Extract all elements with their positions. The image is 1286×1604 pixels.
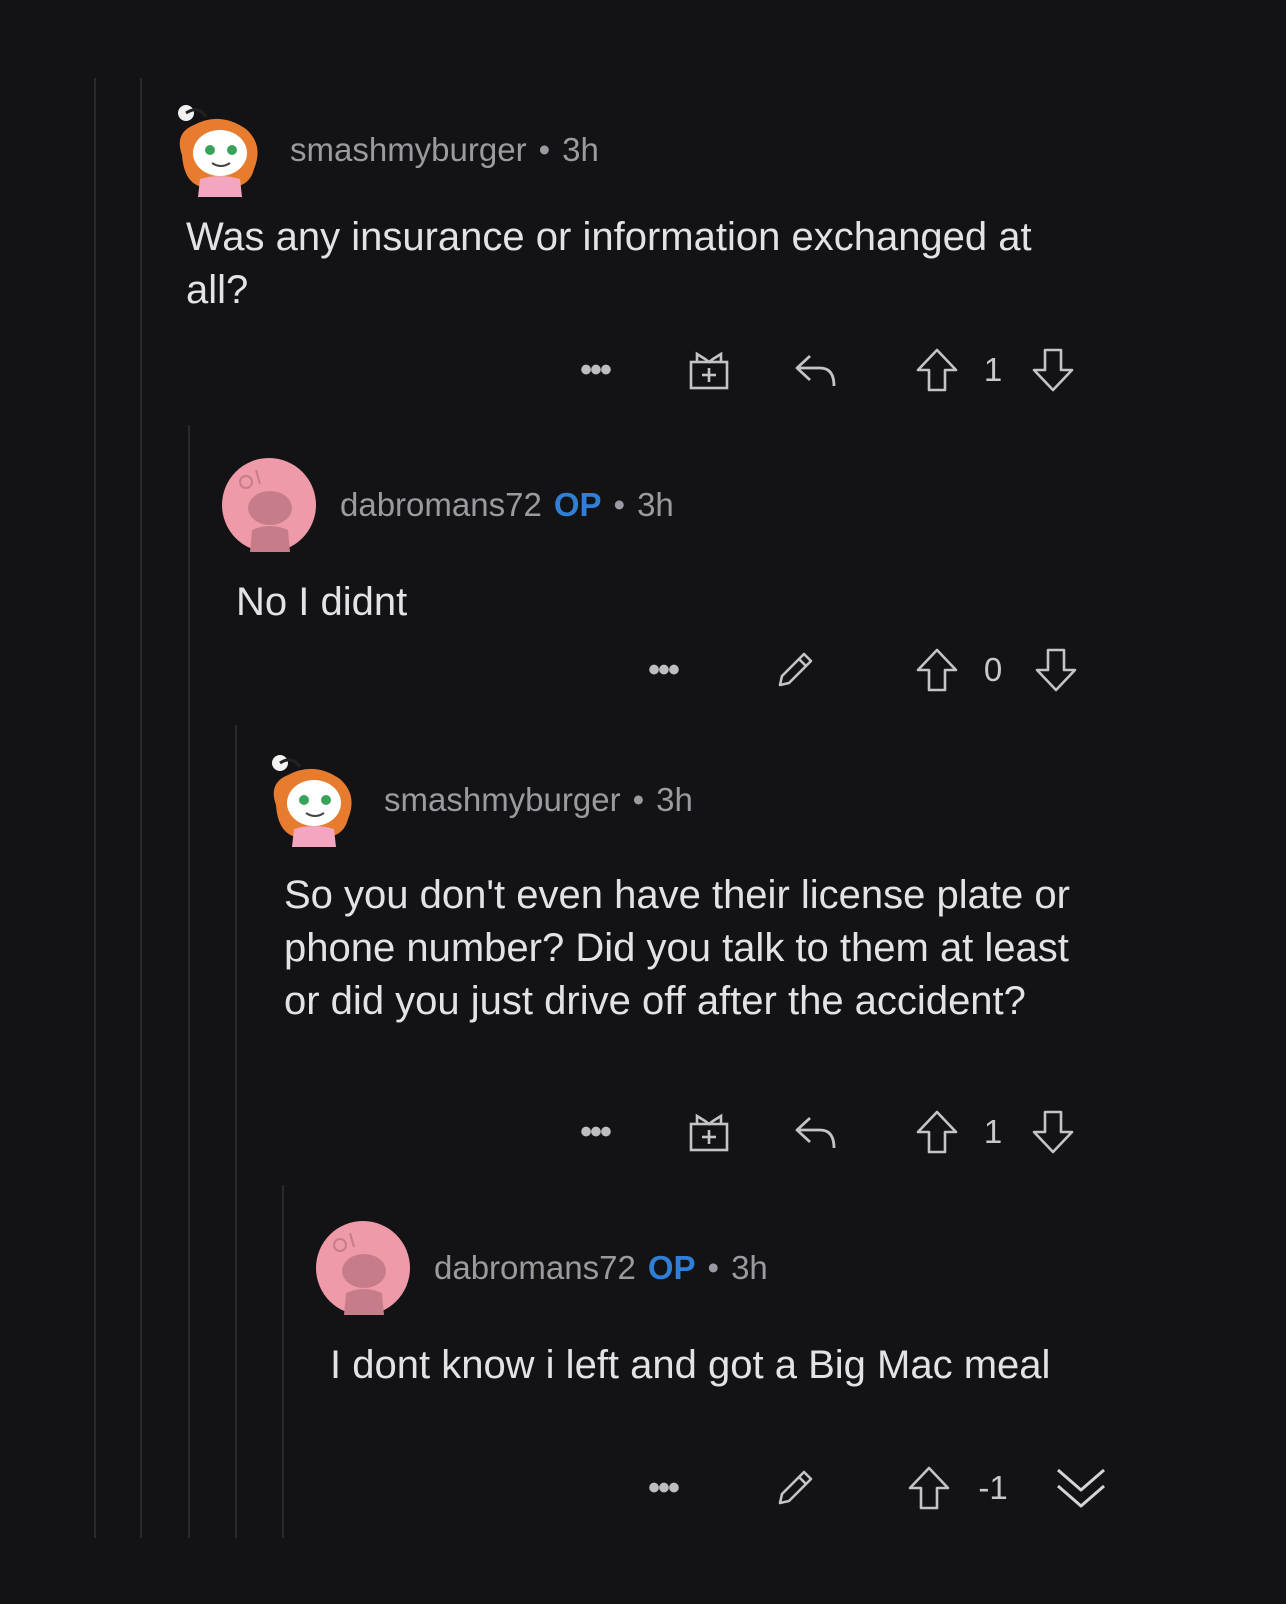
separator-dot: • [632,781,645,818]
downvote-button[interactable] [1030,340,1076,400]
default-snoo-avatar-icon [316,1221,410,1315]
edit-button[interactable] [770,640,820,700]
comment-body: No I didnt [236,580,408,624]
more-options-button[interactable]: ••• [638,640,688,700]
double-chevron-down-icon [1057,1468,1105,1508]
timestamp: 3h [562,131,599,168]
separator-dot: • [613,486,626,523]
comment-actions: ••• -1 [0,1458,1286,1518]
award-button[interactable] [684,340,734,400]
edit-button[interactable] [770,1458,820,1518]
comment-body: So you don't even have their license pla… [284,873,1070,1023]
timestamp: 3h [656,781,693,818]
upvote-button[interactable] [914,340,960,400]
username[interactable]: smashmyburger [290,131,527,168]
username[interactable]: dabromans72 [434,1249,636,1286]
upvote-arrow-icon [916,348,958,392]
downvote-button[interactable] [1033,640,1079,700]
comment: dabromans72 OP • 3h No I didnt [222,450,1102,629]
comment-body: Was any insurance or information exchang… [186,215,1032,312]
separator-dot: • [707,1249,720,1286]
downvote-button[interactable] [1030,1102,1076,1162]
username[interactable]: smashmyburger [384,781,621,818]
more-options-button[interactable]: ••• [570,1102,620,1162]
comment-body: I dont know i left and got a Big Mac mea… [330,1343,1051,1387]
comment: smashmyburger • 3h Was any insurance or in… [172,95,1112,317]
username[interactable]: dabromans72 [340,486,542,523]
snoo-redhead-avatar-icon [178,105,258,197]
separator-dot: • [538,131,551,168]
gift-icon [689,351,729,390]
upvote-arrow-icon [916,1110,958,1154]
reply-button[interactable] [790,340,840,400]
snoo-redhead-avatar-icon [272,755,352,847]
upvote-button[interactable] [906,1458,952,1518]
more-options-button[interactable]: ••• [638,1458,688,1518]
reply-button[interactable] [790,1102,840,1162]
op-badge: OP [647,1249,696,1286]
comment-meta: dabromans72 OP • 3h [434,1249,768,1287]
comment: smashmyburger • 3h So you don't even have … [266,745,1106,1028]
upvote-arrow-icon [908,1466,950,1510]
comment-meta: smashmyburger • 3h [384,781,693,819]
downvote-arrow-icon [1035,648,1077,692]
comment-meta: dabromans72 OP • 3h [340,486,674,524]
thread-line [94,78,96,1538]
pencil-icon [778,652,813,687]
user-avatar[interactable] [316,1221,410,1315]
more-options-button[interactable]: ••• [570,340,620,400]
comment: dabromans72 OP • 3h I dont know i left and … [316,1213,1116,1392]
reply-arrow-icon [795,354,836,387]
vote-score: 1 [983,1113,1003,1150]
vote-score: 1 [983,351,1003,388]
thread-line [140,78,142,1538]
upvote-button[interactable] [914,640,960,700]
upvote-arrow-icon [916,648,958,692]
gift-icon [689,1113,729,1152]
thread-line [188,425,190,1538]
user-avatar[interactable] [172,103,266,197]
vote-score: -1 [978,1469,1008,1506]
user-avatar[interactable] [266,753,360,847]
downvote-arrow-icon [1032,1110,1074,1154]
vote-score: 0 [983,651,1003,688]
comment-actions: ••• 1 [0,1102,1286,1162]
upvote-button[interactable] [914,1102,960,1162]
timestamp: 3h [731,1249,768,1286]
award-button[interactable] [684,1102,734,1162]
comment-actions: ••• 1 [0,340,1286,400]
comment-actions: ••• 0 [0,640,1286,700]
reply-arrow-icon [795,1116,836,1149]
pencil-icon [778,1470,813,1505]
comment-meta: smashmyburger • 3h [290,131,599,169]
timestamp: 3h [637,486,674,523]
user-avatar[interactable] [222,458,316,552]
downvote-arrow-icon [1032,348,1074,392]
default-snoo-avatar-icon [222,458,316,552]
op-badge: OP [553,486,602,523]
downvote-button[interactable] [1053,1458,1109,1518]
